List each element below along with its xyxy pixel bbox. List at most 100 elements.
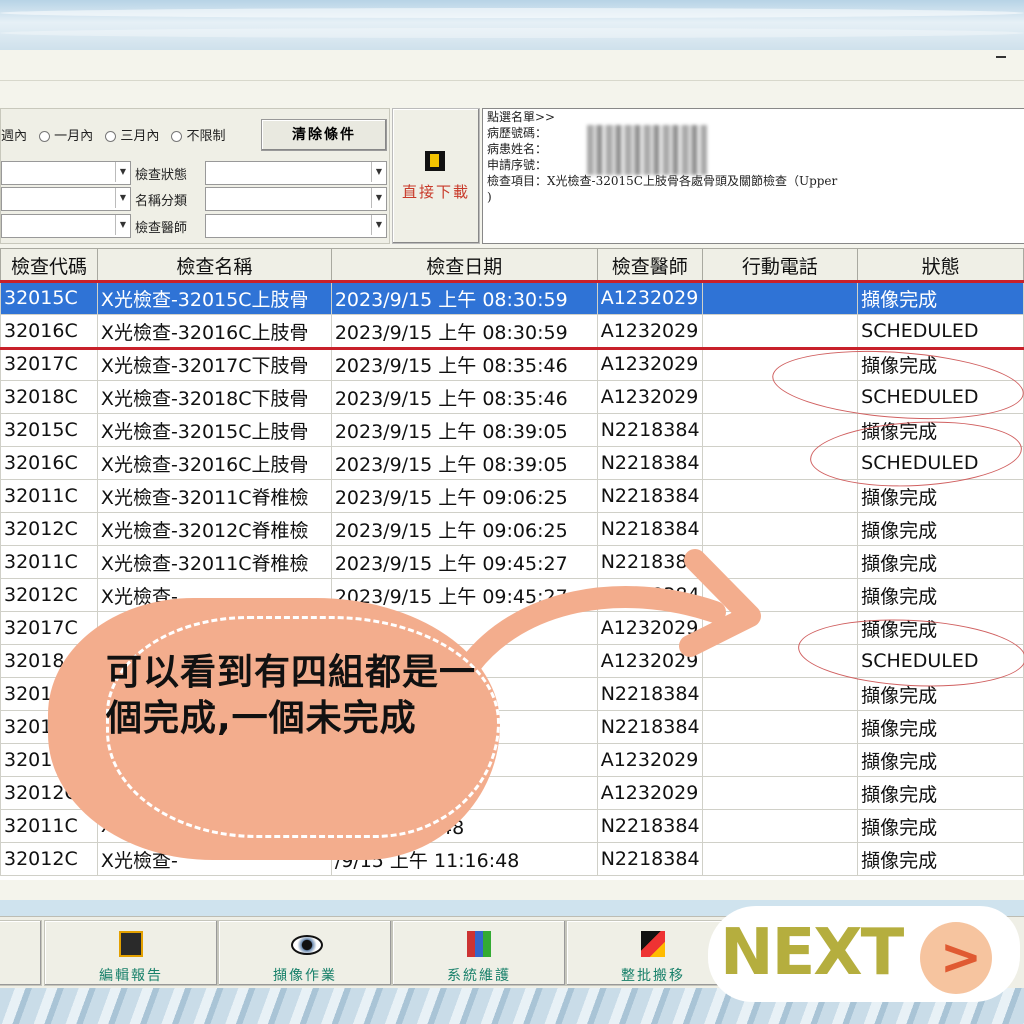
table-row[interactable]: 32016C X光檢查-32016C上肢骨 2023/9/15 上午 08:30:5… xyxy=(0,314,1024,348)
column-header-code[interactable]: 檢查代碼 xyxy=(0,248,98,282)
radio-label-month[interactable]: 一月內 xyxy=(54,129,93,144)
table-cell: N2218384 xyxy=(596,413,703,447)
chevron-down-icon[interactable]: ▼ xyxy=(115,162,130,182)
table-cell: 擷像完成 xyxy=(857,545,1024,579)
background-sky xyxy=(0,0,1024,50)
radio-button[interactable] xyxy=(171,131,183,142)
exam-doctor-dropdown[interactable]: ▼ xyxy=(205,214,387,238)
table-cell xyxy=(701,479,859,513)
table-cell: 擷像完成 xyxy=(857,776,1024,810)
table-cell: 擷像完成 xyxy=(857,743,1024,777)
table-cell: X光檢查-32012C脊椎檢 xyxy=(96,512,332,546)
table-cell: 32015C xyxy=(0,413,98,447)
info-line: 病歷號碼： xyxy=(487,126,548,140)
table-cell: 2023/9/15 上午 08:30:59 xyxy=(330,314,598,348)
chevron-down-icon[interactable]: ▼ xyxy=(115,215,130,235)
filter-dropdown-2[interactable]: ▼ xyxy=(1,187,131,211)
title-bar xyxy=(0,50,1024,81)
exam-status-dropdown[interactable]: ▼ xyxy=(205,161,387,185)
chevron-down-icon[interactable]: ▼ xyxy=(371,215,386,235)
name-category-label: 名稱分類 xyxy=(135,194,188,209)
filter-dropdown-3[interactable]: ▼ xyxy=(1,214,131,238)
redacted-info-blur xyxy=(587,125,707,175)
radio-label-unlimited[interactable]: 不限制 xyxy=(186,129,225,144)
table-cell: 32015C xyxy=(0,281,98,315)
date-range-radios: 週內 一月內 三月內 不限制 xyxy=(1,125,225,144)
batch-move-icon xyxy=(641,931,665,957)
table-cell: 32011C xyxy=(0,809,98,843)
table-cell: 32016C xyxy=(0,446,98,480)
table-cell: X光檢查-32016C上肢骨 xyxy=(96,314,332,348)
highlight-line-bottom xyxy=(0,347,1024,350)
table-cell xyxy=(701,776,859,810)
table-cell: 擷像完成 xyxy=(857,512,1024,546)
name-category-dropdown[interactable]: ▼ xyxy=(205,187,387,211)
radio-label-week[interactable]: 週內 xyxy=(1,129,27,144)
info-line: 申請序號： xyxy=(487,158,548,172)
table-cell: X光檢查-32011C脊椎檢 xyxy=(96,479,332,513)
next-badge[interactable]: NEXT > xyxy=(708,906,1020,1002)
radio-button[interactable] xyxy=(105,131,117,142)
column-header-date[interactable]: 檢查日期 xyxy=(330,248,598,282)
table-cell: N2218384 xyxy=(596,842,703,876)
edit-report-button[interactable]: 編輯報告 xyxy=(44,920,218,986)
table-cell: A1232029 xyxy=(596,281,703,315)
column-header-doctor[interactable]: 檢查醫師 xyxy=(596,248,703,282)
capture-button[interactable]: 擷像作業 xyxy=(218,920,392,986)
system-maintenance-label: 系統維護 xyxy=(447,968,511,984)
table-cell: 32016C xyxy=(0,314,98,348)
table-cell: X光檢查-32011C脊椎檢 xyxy=(96,545,332,579)
table-cell: 2023/9/15 上午 08:35:46 xyxy=(330,380,598,414)
table-cell: A1232029 xyxy=(596,743,703,777)
table-cell xyxy=(701,314,859,348)
table-cell: 32012C xyxy=(0,578,98,612)
clear-conditions-button[interactable]: 清除條件 xyxy=(261,119,387,151)
column-header-name[interactable]: 檢查名稱 xyxy=(96,248,332,282)
direct-download-label: 直接下載 xyxy=(401,183,470,201)
edit-report-label: 編輯報告 xyxy=(99,968,163,984)
system-maintenance-button[interactable]: 系統維護 xyxy=(392,920,566,986)
table-cell: X光檢查-32015C上肢骨 xyxy=(96,413,332,447)
table-cell: X光檢查-32018C下肢骨 xyxy=(96,380,332,414)
radio-label-3months[interactable]: 三月內 xyxy=(120,129,159,144)
download-icon xyxy=(425,151,445,171)
table-cell: A1232029 xyxy=(596,776,703,810)
capture-label: 擷像作業 xyxy=(273,968,337,984)
table-cell: 2023/9/15 上午 08:30:59 xyxy=(330,281,598,315)
radio-button[interactable] xyxy=(39,131,51,142)
toolbar-button-partial[interactable] xyxy=(0,920,42,986)
table-cell: N2218384 xyxy=(596,677,703,711)
column-header-phone[interactable]: 行動電話 xyxy=(701,248,859,282)
column-header-status[interactable]: 狀態 xyxy=(857,248,1024,282)
info-line: 點選名單>> xyxy=(487,110,556,124)
table-cell: 擷像完成 xyxy=(857,710,1024,744)
direct-download-button[interactable]: 直接下載 xyxy=(392,108,480,244)
table-cell: A1232029 xyxy=(596,380,703,414)
table-cell: N2218384 xyxy=(596,710,703,744)
table-cell xyxy=(701,710,859,744)
eye-icon xyxy=(291,935,323,955)
table-cell xyxy=(701,842,859,876)
patient-info-panel: 點選名單>> 病歷號碼： 病患姓名： 申請序號： 檢查項目：X光檢查-32015… xyxy=(482,108,1024,244)
minimize-button[interactable] xyxy=(996,56,1006,58)
table-cell: 2023/9/15 上午 08:39:05 xyxy=(330,446,598,480)
table-cell: 32012C xyxy=(0,842,98,876)
annotation-callout: 可以看到有四組都是一個完成,一個未完成 xyxy=(48,598,500,860)
table-cell: 32017C xyxy=(0,347,98,381)
filter-dropdown-1[interactable]: ▼ xyxy=(1,161,131,185)
table-cell: 2023/9/15 上午 08:35:46 xyxy=(330,347,598,381)
table-cell: SCHEDULED xyxy=(857,314,1024,348)
chevron-down-icon[interactable]: ▼ xyxy=(371,188,386,208)
table-cell: X光檢查-32015C上肢骨 xyxy=(96,281,332,315)
callout-arrow xyxy=(459,549,761,676)
exam-status-label: 檢查狀態 xyxy=(135,168,188,183)
chevron-down-icon[interactable]: ▼ xyxy=(115,188,130,208)
chevron-down-icon[interactable]: ▼ xyxy=(371,162,386,182)
info-line: ) xyxy=(487,190,492,204)
table-cell: 擷像完成 xyxy=(857,842,1024,876)
table-row[interactable]: 32015C X光檢查-32015C上肢骨 2023/9/15 上午 08:30:5… xyxy=(0,281,1024,315)
table-cell xyxy=(701,743,859,777)
table-cell: 2023/9/15 上午 08:39:05 xyxy=(330,413,598,447)
table-cell: A1232029 xyxy=(596,314,703,348)
table-cell: N2218384 xyxy=(596,809,703,843)
